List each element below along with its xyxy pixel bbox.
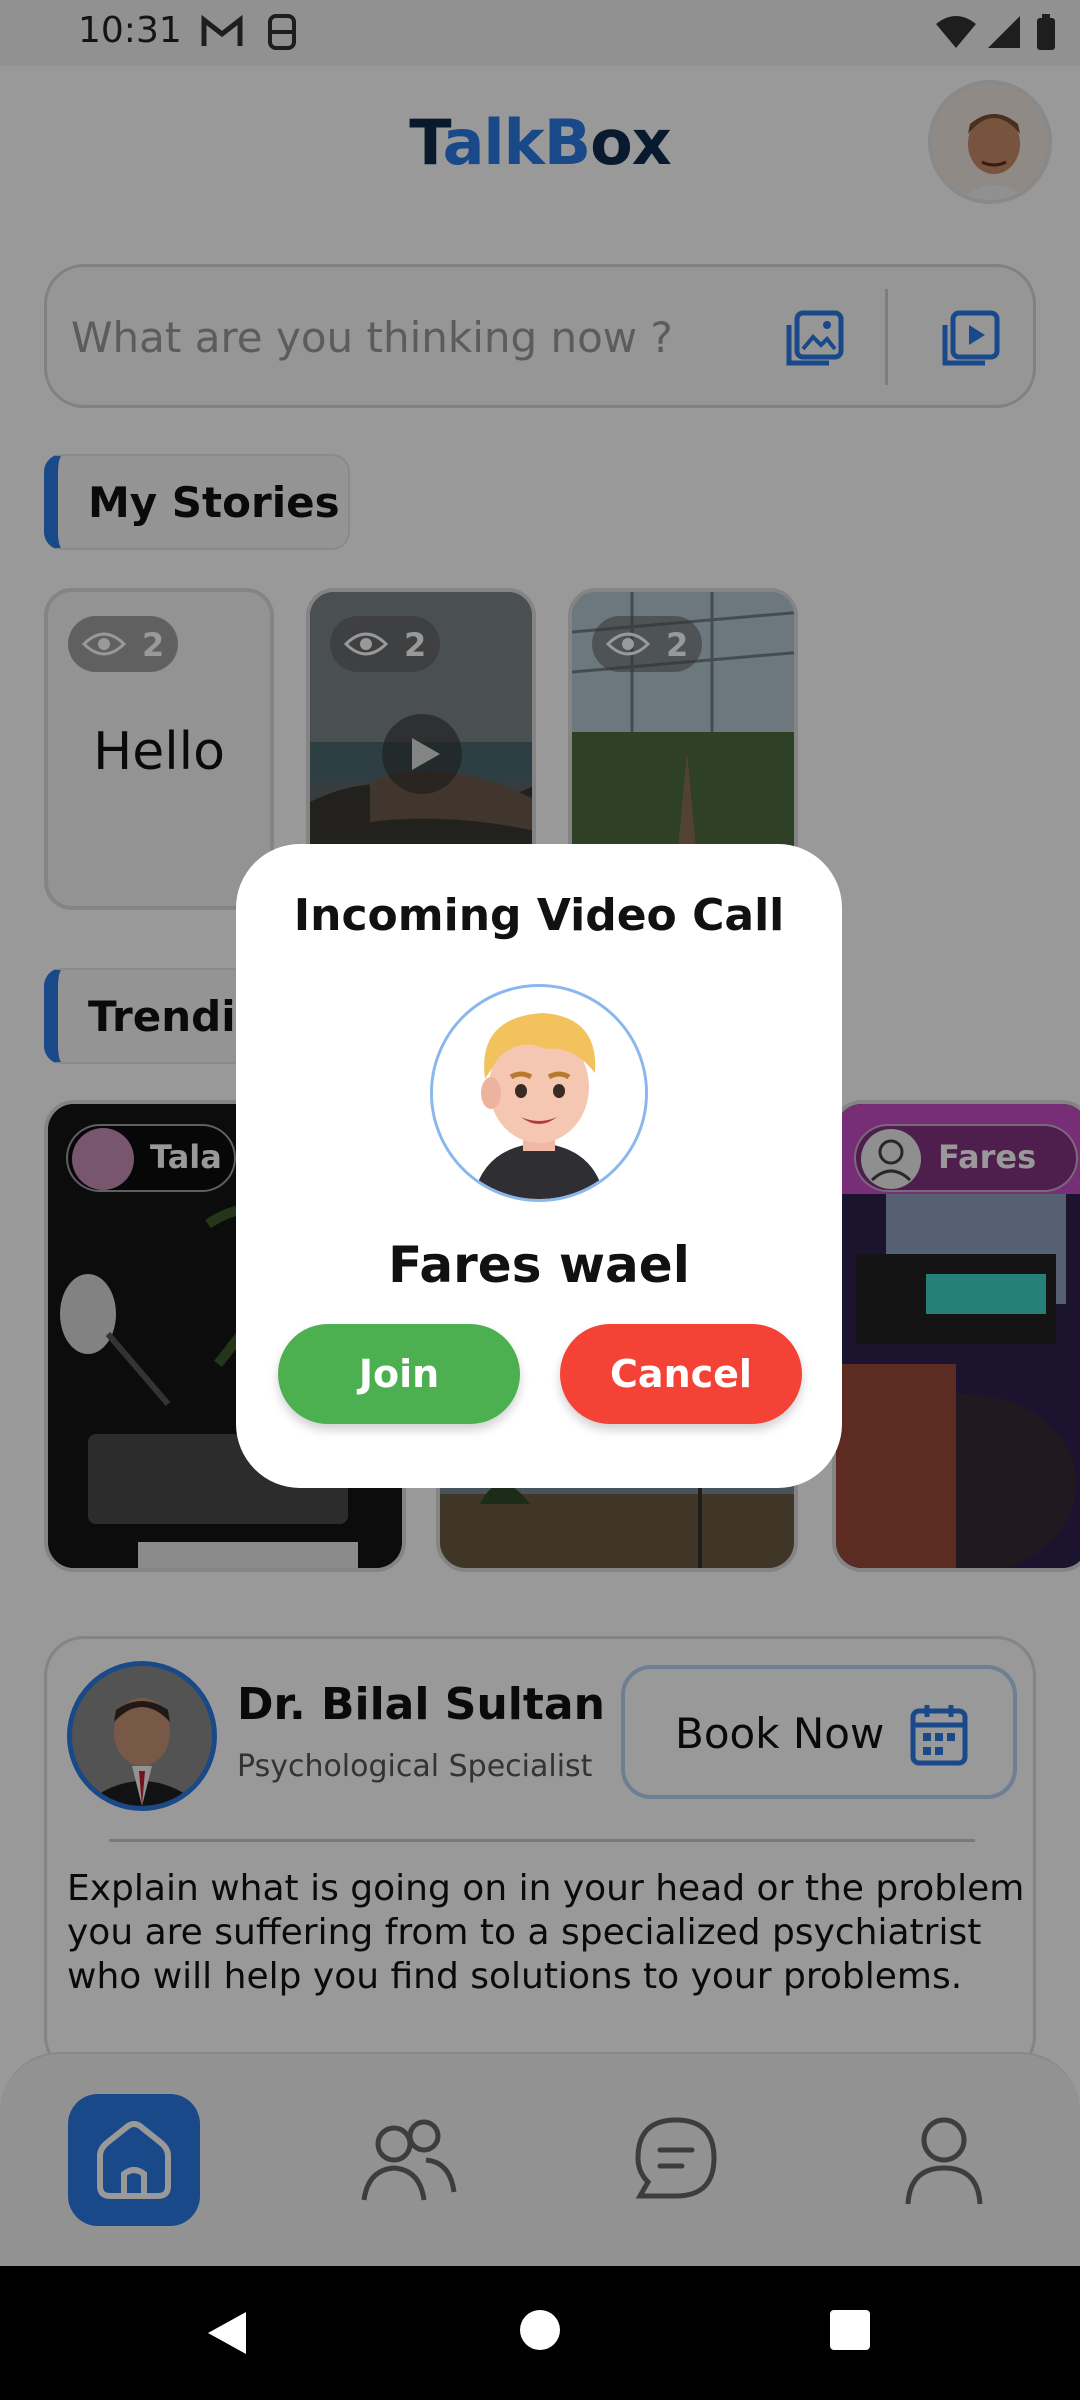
join-button[interactable]: Join xyxy=(278,1324,520,1424)
system-navigation-bar xyxy=(0,2266,1080,2400)
recents-icon[interactable] xyxy=(828,2308,872,2352)
home-circle-icon[interactable] xyxy=(518,2308,562,2352)
cancel-button[interactable]: Cancel xyxy=(560,1324,802,1424)
dialog-title: Incoming Video Call xyxy=(293,890,785,941)
caller-avatar-icon xyxy=(433,987,645,1199)
caller-avatar xyxy=(430,984,648,1202)
caller-name: Fares wael xyxy=(388,1236,690,1294)
back-icon[interactable] xyxy=(204,2308,250,2358)
incoming-call-dialog: Incoming Video Call Fares wael Join Canc… xyxy=(236,844,842,1488)
